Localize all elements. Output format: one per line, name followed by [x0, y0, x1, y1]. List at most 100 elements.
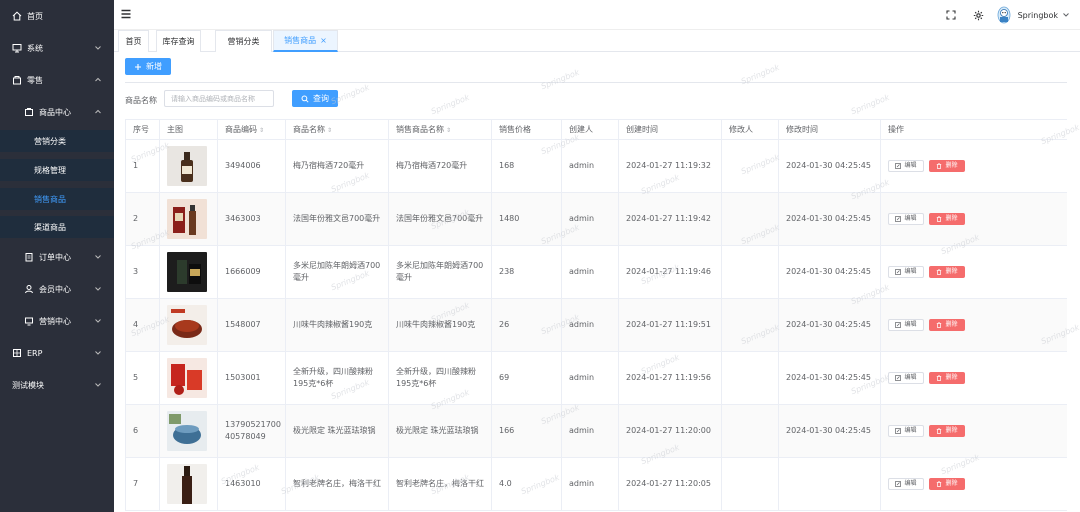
cell-price: 1480: [491, 192, 562, 246]
sidebar-item-erp[interactable]: ERP: [0, 342, 114, 364]
cell-image: [159, 245, 218, 299]
search-button[interactable]: 查询: [292, 90, 338, 107]
sidebar-item-order-center[interactable]: 订单中心: [0, 246, 114, 268]
product-image[interactable]: [167, 146, 217, 186]
product-image[interactable]: [167, 252, 217, 292]
hamburger-icon[interactable]: [120, 8, 132, 20]
edit-label: 编辑: [904, 426, 917, 434]
cell-name: 极光限定 珠光蓝珐琅锅: [285, 404, 389, 458]
plus-icon: [135, 63, 141, 70]
tab-label: 销售商品: [284, 36, 317, 45]
edit-button[interactable]: 编辑: [888, 318, 924, 331]
cell-sale-name: 全新升级，四川酸辣粉195克*6杯: [388, 351, 492, 405]
sidebar-item-system[interactable]: 系统: [0, 37, 114, 59]
delete-button[interactable]: 删除: [929, 477, 965, 490]
header-price: 销售价格: [491, 119, 562, 140]
edit-button[interactable]: 编辑: [888, 212, 924, 225]
header-image: 主图: [159, 119, 218, 140]
tab-home[interactable]: 首页: [118, 30, 149, 52]
sidebar-item-marketing-center[interactable]: 营销中心: [0, 310, 114, 332]
chevron-down-icon: [95, 46, 101, 50]
cell-code: 1548007: [217, 298, 286, 352]
sidebar-item-label: 商品中心: [39, 107, 71, 117]
table-row: 6 1379052170040578049 极光限定 珠光蓝珐琅锅 极光限定 珠光蓝珐…: [125, 404, 1067, 458]
edit-icon: [895, 321, 902, 328]
cell-modifier: [721, 457, 779, 511]
tab-marketing-category[interactable]: 营销分类: [215, 30, 272, 52]
edit-button[interactable]: 编辑: [888, 265, 924, 278]
data-table: 序号 主图 商品编码 ⇕ 商品名称 ⇕ 销售商品名称 ⇕ 销售价格 创建人 创建时间 …: [125, 119, 1067, 512]
sidebar-item-marketing-category[interactable]: 营销分类: [0, 130, 114, 152]
delete-label: 删除: [945, 267, 958, 275]
sort-icon[interactable]: ⇕: [259, 127, 264, 134]
search-input[interactable]: [164, 90, 274, 107]
edit-button[interactable]: 编辑: [888, 477, 924, 490]
edit-icon: [895, 268, 902, 275]
sidebar-item-label: 营销中心: [39, 316, 71, 326]
gear-icon[interactable]: [973, 10, 984, 21]
shop-icon: [12, 75, 22, 85]
delete-label: 删除: [945, 320, 958, 328]
edit-button[interactable]: 编辑: [888, 159, 924, 172]
cell-name: 多米尼加陈年朗姆酒700毫升: [285, 245, 389, 299]
fullscreen-icon[interactable]: [946, 10, 956, 20]
cell-price: 69: [491, 351, 562, 405]
sidebar-item-spec-management[interactable]: 规格管理: [0, 159, 114, 181]
trash-icon: [937, 321, 942, 328]
edit-label: 编辑: [904, 214, 917, 222]
cell-name: 梅乃宿梅酒720毫升: [285, 139, 389, 193]
add-button[interactable]: 新增: [125, 58, 171, 75]
product-image[interactable]: [167, 411, 217, 451]
delete-button[interactable]: 删除: [929, 424, 965, 437]
delete-button[interactable]: 删除: [929, 159, 965, 172]
username[interactable]: Springbok: [1018, 11, 1058, 20]
cell-modified-time: 2024-01-30 04:25:45: [778, 298, 881, 352]
cell-created-time: 2024-01-27 11:19:46: [618, 245, 722, 299]
edit-button[interactable]: 编辑: [888, 424, 924, 437]
search-label: 商品名称: [125, 96, 157, 105]
chevron-down-icon: [95, 383, 101, 387]
product-image[interactable]: [167, 358, 217, 398]
sidebar-item-label: 订单中心: [39, 252, 71, 262]
product-image[interactable]: [167, 199, 217, 239]
sidebar-item-goods-center[interactable]: 商品中心: [0, 101, 114, 123]
cell-actions: 编辑 删除: [880, 192, 1067, 246]
home-icon: [12, 11, 22, 21]
close-icon[interactable]: ×: [320, 36, 327, 45]
sidebar-item-home[interactable]: 首页: [0, 5, 114, 27]
edit-icon: [895, 374, 902, 381]
tab-inventory-query[interactable]: 库存查询: [156, 30, 201, 52]
avatar[interactable]: [996, 6, 1012, 24]
table-row: 1 3494006 梅乃宿梅酒720毫升 梅乃宿梅酒720毫升 168 admin 2024…: [125, 139, 1067, 193]
sidebar-item-test-module[interactable]: 测试模块: [0, 374, 114, 396]
header-name[interactable]: 商品名称 ⇕: [285, 119, 389, 140]
header-created-time: 创建时间: [618, 119, 722, 140]
delete-button[interactable]: 删除: [929, 265, 965, 278]
sidebar-item-channel-goods[interactable]: 渠道商品: [0, 216, 114, 238]
cell-price: 166: [491, 404, 562, 458]
sort-icon[interactable]: ⇕: [446, 127, 451, 134]
cell-name: 川味牛肉辣椒酱190克: [285, 298, 389, 352]
sidebar-item-retail[interactable]: 零售: [0, 69, 114, 91]
sidebar-item-label: 会员中心: [39, 284, 71, 294]
edit-label: 编辑: [904, 479, 917, 487]
cell-index: 6: [125, 404, 160, 458]
sidebar-item-sales-goods[interactable]: 销售商品: [0, 188, 114, 210]
cell-modified-time: 2024-01-30 04:25:45: [778, 192, 881, 246]
product-image[interactable]: [167, 305, 217, 345]
header-sale-name[interactable]: 销售商品名称 ⇕: [388, 119, 492, 140]
edit-button[interactable]: 编辑: [888, 371, 924, 384]
product-image[interactable]: [167, 464, 217, 504]
cell-modified-time: 2024-01-30 04:25:45: [778, 245, 881, 299]
sort-icon[interactable]: ⇕: [327, 127, 332, 134]
cell-actions: 编辑 删除: [880, 139, 1067, 193]
header-code[interactable]: 商品编码 ⇕: [217, 119, 286, 140]
sidebar-item-member-center[interactable]: 会员中心: [0, 278, 114, 300]
tab-sales-goods[interactable]: 销售商品 ×: [273, 30, 338, 52]
cell-modifier: [721, 351, 779, 405]
delete-button[interactable]: 删除: [929, 318, 965, 331]
delete-button[interactable]: 删除: [929, 212, 965, 225]
cell-created-time: 2024-01-27 11:19:32: [618, 139, 722, 193]
chevron-down-icon[interactable]: [1062, 11, 1070, 19]
delete-button[interactable]: 删除: [929, 371, 965, 384]
